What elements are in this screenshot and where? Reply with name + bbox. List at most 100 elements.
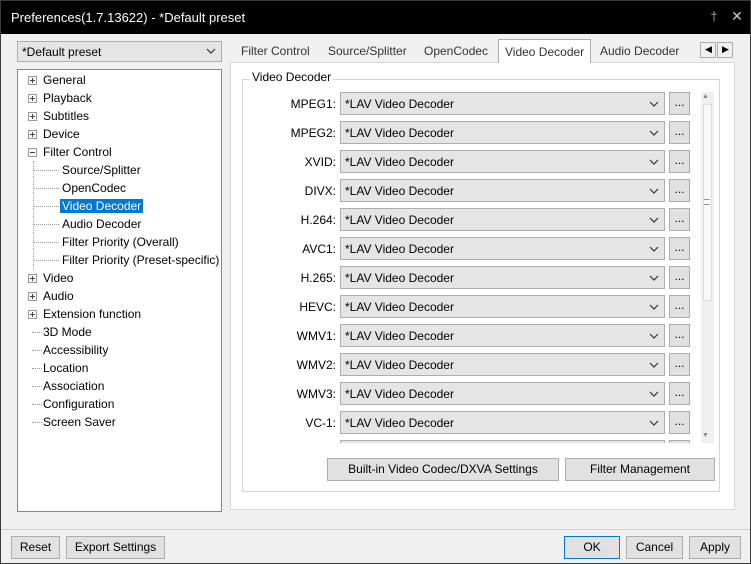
- decoder-more-button-clipped[interactable]: [669, 440, 690, 443]
- scroll-down-icon[interactable]: ▼: [702, 432, 709, 439]
- expand-icon[interactable]: [28, 274, 37, 283]
- tree-connector: [32, 368, 42, 369]
- tree-item-video-decoder[interactable]: Video Decoder: [58, 197, 145, 215]
- filter-management-button[interactable]: Filter Management: [565, 458, 715, 481]
- decoder-select-clipped[interactable]: [340, 440, 665, 443]
- decoder-select-hevc[interactable]: *LAV Video Decoder: [340, 295, 665, 318]
- decoder-label: WMV3:: [296, 387, 336, 401]
- tab-source-splitter[interactable]: Source/Splitter: [328, 43, 407, 64]
- expand-icon[interactable]: [28, 292, 37, 301]
- tree-item-video[interactable]: Video: [28, 269, 73, 287]
- tree-connector: [32, 422, 42, 423]
- tree-item-label: Audio: [43, 289, 74, 303]
- tree-item-filter-control[interactable]: Filter Control: [28, 143, 112, 161]
- decoder-select-xvid[interactable]: *LAV Video Decoder: [340, 150, 665, 173]
- tree-item-filter-priority-overall[interactable]: Filter Priority (Overall): [62, 233, 179, 251]
- decoder-select-divx[interactable]: *LAV Video Decoder: [340, 179, 665, 202]
- preset-select[interactable]: *Default preset: [17, 41, 222, 62]
- tree-item-playback[interactable]: Playback: [28, 89, 92, 107]
- decoder-select-vc1[interactable]: *LAV Video Decoder: [340, 411, 665, 434]
- expand-icon[interactable]: [28, 94, 37, 103]
- decoder-more-button[interactable]: ...: [669, 179, 690, 202]
- decoder-more-button[interactable]: ...: [669, 150, 690, 173]
- decoder-list-scrollbar[interactable]: ▲ ▼: [701, 92, 714, 443]
- tree-item-screen-saver[interactable]: Screen Saver: [43, 413, 116, 431]
- decoder-select-avc1[interactable]: *LAV Video Decoder: [340, 237, 665, 260]
- decoder-select-h265[interactable]: *LAV Video Decoder: [340, 266, 665, 289]
- chevron-down-icon: [648, 330, 660, 342]
- tree-item-3d-mode[interactable]: 3D Mode: [43, 323, 92, 341]
- expand-icon[interactable]: [28, 130, 37, 139]
- chevron-down-icon: [648, 272, 660, 284]
- expand-icon[interactable]: [28, 112, 37, 121]
- tree-item-filter-priority-preset[interactable]: Filter Priority (Preset-specific): [62, 251, 219, 269]
- tree-item-device[interactable]: Device: [28, 125, 80, 143]
- pin-icon[interactable]: †: [706, 9, 722, 25]
- tree-item-label: Association: [43, 379, 105, 393]
- decoder-select-h264[interactable]: *LAV Video Decoder: [340, 208, 665, 231]
- footer-divider: [1, 529, 750, 530]
- expand-icon[interactable]: [28, 310, 37, 319]
- group-title: Video Decoder: [250, 70, 334, 84]
- collapse-icon[interactable]: [28, 148, 37, 157]
- close-icon[interactable]: ✕: [729, 8, 745, 24]
- decoder-value: *LAV Video Decoder: [345, 329, 454, 343]
- chevron-down-icon: [648, 301, 660, 313]
- tree-item-configuration[interactable]: Configuration: [43, 395, 114, 413]
- tab-video-decoder[interactable]: Video Decoder: [498, 39, 592, 63]
- tree-item-location[interactable]: Location: [43, 359, 88, 377]
- tree-item-label: General: [43, 73, 86, 87]
- decoder-more-button[interactable]: ...: [669, 411, 690, 434]
- tree-item-opencodec[interactable]: OpenCodec: [62, 179, 126, 197]
- tree-connector: [33, 188, 59, 189]
- decoder-select-mpeg2[interactable]: *LAV Video Decoder: [340, 121, 665, 144]
- expand-icon[interactable]: [28, 76, 37, 85]
- tree-item-label: OpenCodec: [62, 181, 127, 195]
- tree-item-label: Extension function: [43, 307, 142, 321]
- reset-button[interactable]: Reset: [11, 536, 60, 559]
- tree-item-accessibility[interactable]: Accessibility: [43, 341, 108, 359]
- ok-button[interactable]: OK: [564, 536, 620, 559]
- apply-button[interactable]: Apply: [689, 536, 741, 559]
- tree-item-subtitles[interactable]: Subtitles: [28, 107, 89, 125]
- decoder-more-button[interactable]: ...: [669, 121, 690, 144]
- decoder-more-button[interactable]: ...: [669, 324, 690, 347]
- tree-item-association[interactable]: Association: [43, 377, 104, 395]
- tree-item-extension-function[interactable]: Extension function: [28, 305, 141, 323]
- decoder-more-button[interactable]: ...: [669, 382, 690, 405]
- decoder-label: WMV2:: [296, 358, 336, 372]
- decoder-more-button[interactable]: ...: [669, 353, 690, 376]
- tree-item-label: Source/Splitter: [62, 163, 141, 177]
- decoder-more-button[interactable]: ...: [669, 266, 690, 289]
- decoder-select-wmv2[interactable]: *LAV Video Decoder: [340, 353, 665, 376]
- tree-item-source-splitter[interactable]: Source/Splitter: [62, 161, 141, 179]
- scroll-up-icon[interactable]: ▲: [702, 93, 709, 100]
- tab-scroll-left[interactable]: ◀: [700, 42, 716, 58]
- decoder-value: *LAV Video Decoder: [345, 213, 454, 227]
- decoder-more-button[interactable]: ...: [669, 92, 690, 115]
- tab-scroll-right[interactable]: ▶: [717, 42, 733, 58]
- tree-item-audio[interactable]: Audio: [28, 287, 74, 305]
- decoder-select-wmv1[interactable]: *LAV Video Decoder: [340, 324, 665, 347]
- tree-connector: [33, 242, 59, 243]
- chevron-down-icon: [648, 359, 660, 371]
- tab-opencodec[interactable]: OpenCodec: [424, 43, 488, 64]
- decoder-value: *LAV Video Decoder: [345, 155, 454, 169]
- decoder-more-button[interactable]: ...: [669, 237, 690, 260]
- decoder-select-wmv3[interactable]: *LAV Video Decoder: [340, 382, 665, 405]
- tab-audio-decoder[interactable]: Audio Decoder: [600, 43, 679, 64]
- tree-connector: [32, 332, 42, 333]
- decoder-label: VC-1:: [305, 416, 336, 430]
- decoder-value: *LAV Video Decoder: [345, 97, 454, 111]
- decoder-more-button[interactable]: ...: [669, 208, 690, 231]
- cancel-button[interactable]: Cancel: [626, 536, 683, 559]
- tab-filter-control[interactable]: Filter Control: [241, 43, 310, 64]
- decoder-label: DIVX:: [304, 184, 336, 198]
- builtin-codec-settings-button[interactable]: Built-in Video Codec/DXVA Settings: [327, 458, 559, 481]
- decoder-select-mpeg1[interactable]: *LAV Video Decoder: [340, 92, 665, 115]
- tree-item-general[interactable]: General: [28, 71, 86, 89]
- tree-item-audio-decoder[interactable]: Audio Decoder: [62, 215, 141, 233]
- chevron-down-icon: [648, 98, 660, 110]
- export-settings-button[interactable]: Export Settings: [66, 536, 165, 559]
- decoder-more-button[interactable]: ...: [669, 295, 690, 318]
